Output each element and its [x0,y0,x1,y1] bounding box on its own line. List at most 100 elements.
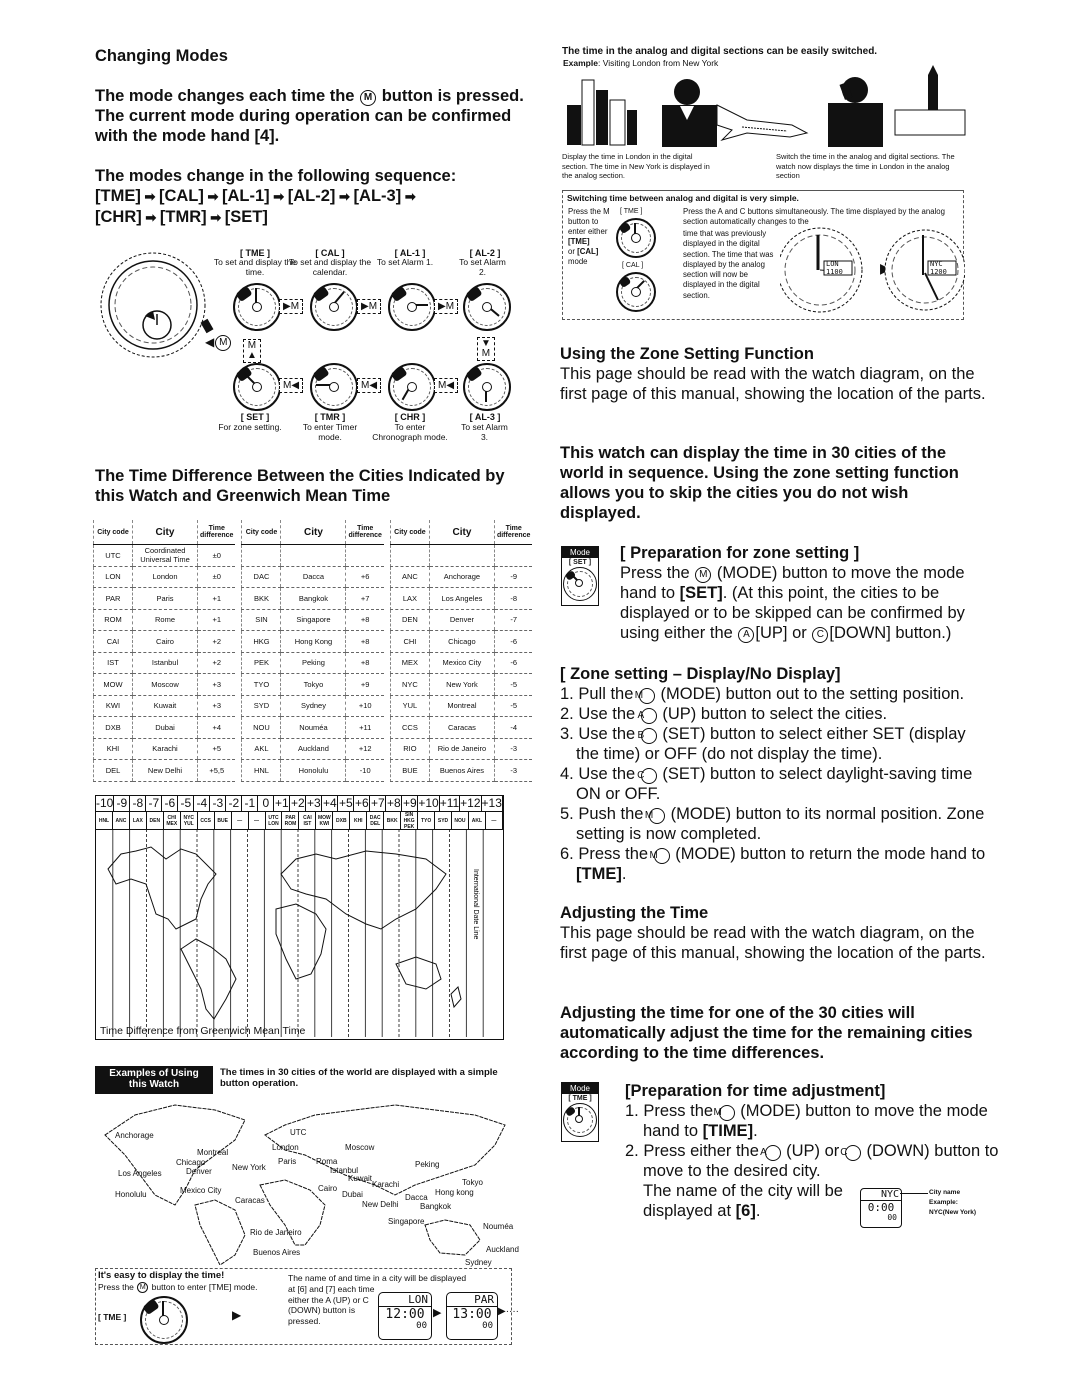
map-city-label: Mexico City [180,1186,222,1195]
table-row: TYO Tokyo +9 [241,673,384,696]
zone-step: 1. Pull the M (MODE) button out to the s… [560,685,965,704]
a-button-icon: A [738,627,755,643]
cell-diff: -3 [493,759,533,782]
mode-advance-button: ▶M [434,299,459,314]
city-time-difference-table: City code City Time difference UTC Coordinat… [93,520,533,782]
mode-desc-chr: To enter Chronograph mode. [372,422,448,442]
mode-sequence-item: [TME] [95,187,141,205]
cell-code [389,544,430,567]
cell-code: KHI [93,738,133,760]
badge-line: this Watch [128,1079,180,1090]
cell-code: RIO [389,738,430,760]
cell-diff: -6 [493,630,533,653]
tz-city-codes: BKK [384,812,402,830]
dial-set-icon [563,567,597,601]
prep-time-step2-cont: The name of the city will be displayed a… [643,1182,843,1220]
city-table-column: City code City Time difference DAC Dacca +6 BK… [241,520,384,782]
cell-code: PEK [241,652,281,674]
tz-city-codes: SIN HKG PEK [401,812,419,830]
tz-city-codes: KHI [350,812,368,830]
tz-city-codes: DEN [146,812,164,830]
mode-box-label: [ TME ] [568,1095,592,1102]
cell-code: UTC [93,544,133,567]
table-header-city: City [428,520,495,545]
tz-map-caption: Time Difference from Greenwich Mean Time [100,1025,306,1037]
cell-diff: +3 [197,695,236,717]
text: [DOWN] button.) [829,624,952,642]
text: NYC(New York) [929,1209,977,1216]
tz-city-codes: CCS [197,812,215,830]
cell-code: DXB [93,716,133,739]
table-row: KWI Kuwait +3 [93,695,236,717]
cell-diff: +5,5 [197,759,236,782]
cell-code: NYC [389,673,430,696]
mode-advance-button: ▶M [357,299,382,314]
cell-diff: +1 [197,587,236,610]
london-skyline-illustration [828,65,966,147]
mode-box-title: Mode [562,1083,598,1094]
cell-diff: +6 [345,566,384,588]
lcd-time: 12:00 [385,1307,425,1322]
watch-outline-icon [100,252,214,358]
map-city-label: Hong kong [435,1188,474,1197]
switch-headline: The time in the analog and digital secti… [562,46,878,57]
cell-city: Bangkok [280,587,346,610]
cell-code: HKG [241,630,281,653]
map-city-label: Dacca [405,1193,428,1202]
dial-tme-switch [616,218,656,258]
cell-code: YUL [389,695,430,717]
tz-offset: +12 [460,796,482,812]
table-row: HNL Honolulu -10 [241,759,384,782]
cell-code: PAR [93,587,133,610]
example-text: : Visiting London from New York [597,58,719,68]
cell-city: Tokyo [280,673,346,696]
tz-city-codes: — [248,812,266,830]
cell-city: Sydney [280,695,346,717]
table-row: KHI Karachi +5 [93,738,236,760]
lcd-city: PAR [447,1293,497,1307]
mode-button-icon: M [713,1105,735,1121]
table-row [241,544,384,567]
m-button-icon: M [645,808,666,824]
tz-offset: -1 [242,796,259,812]
cell-code: BUE [389,759,430,782]
tz-offset: -10 [96,796,115,812]
examples-badge: Examples of Using this Watch [95,1066,213,1094]
map-city-label: Anchorage [115,1131,154,1140]
map-city-label: Sydney [465,1258,492,1267]
text: Press the M button to enter either [568,207,610,236]
tz-offset-row: -10 -9 -8 -7 -6 -5 -4 -3 -2 -1 0 +1 +2 +3 +4 +5 +6 +7 +8 +9… [96,796,503,812]
cell-code: DAC [241,566,281,588]
cell-city: Hong Kong [280,630,346,653]
table-header-diff: Time difference [345,520,384,545]
table-header-city: City [132,520,198,545]
map-city-label: Chicago [176,1158,206,1167]
tz-city-codes: — [231,812,249,830]
table-row: LON London ±0 [93,566,236,588]
lcd-seconds: 00 [482,1321,493,1331]
switch-example: Example: Visiting London from New York [563,58,718,68]
tz-offset: +5 [338,796,355,812]
dial-set [233,363,281,411]
mode-desc-cal: To set and display the calendar. [288,257,372,277]
dial-tme-small [140,1296,188,1344]
mode-intro-paragraph: The mode changes each time the M button … [95,86,525,146]
lcd-display-nyc: NYC 0:00 00 [860,1188,902,1228]
text: [SET] [679,584,723,602]
cell-code: NOU [241,716,281,739]
text: Example: [929,1199,958,1206]
mode-desc-al2: To set Alarm 2. [459,257,506,277]
table-row: DEL New Delhi +5,5 [93,759,236,782]
mode-desc-al1: To set Alarm 1. [376,257,434,267]
cell-diff: -9 [493,566,533,588]
table-header-city: City [280,520,346,545]
c-button-icon: C [637,768,657,784]
dial-label-tme: [ TME ] [620,208,643,215]
mode-box-title: Mode [562,547,598,558]
cell-diff: +4 [197,716,236,739]
lcd-time: 13:00 [452,1307,492,1322]
cell-diff: +1 [197,609,236,631]
switching-box-title: Switching time between analog and digita… [567,193,799,203]
cell-code: KWI [93,695,133,717]
cell-code: SYD [241,695,281,717]
